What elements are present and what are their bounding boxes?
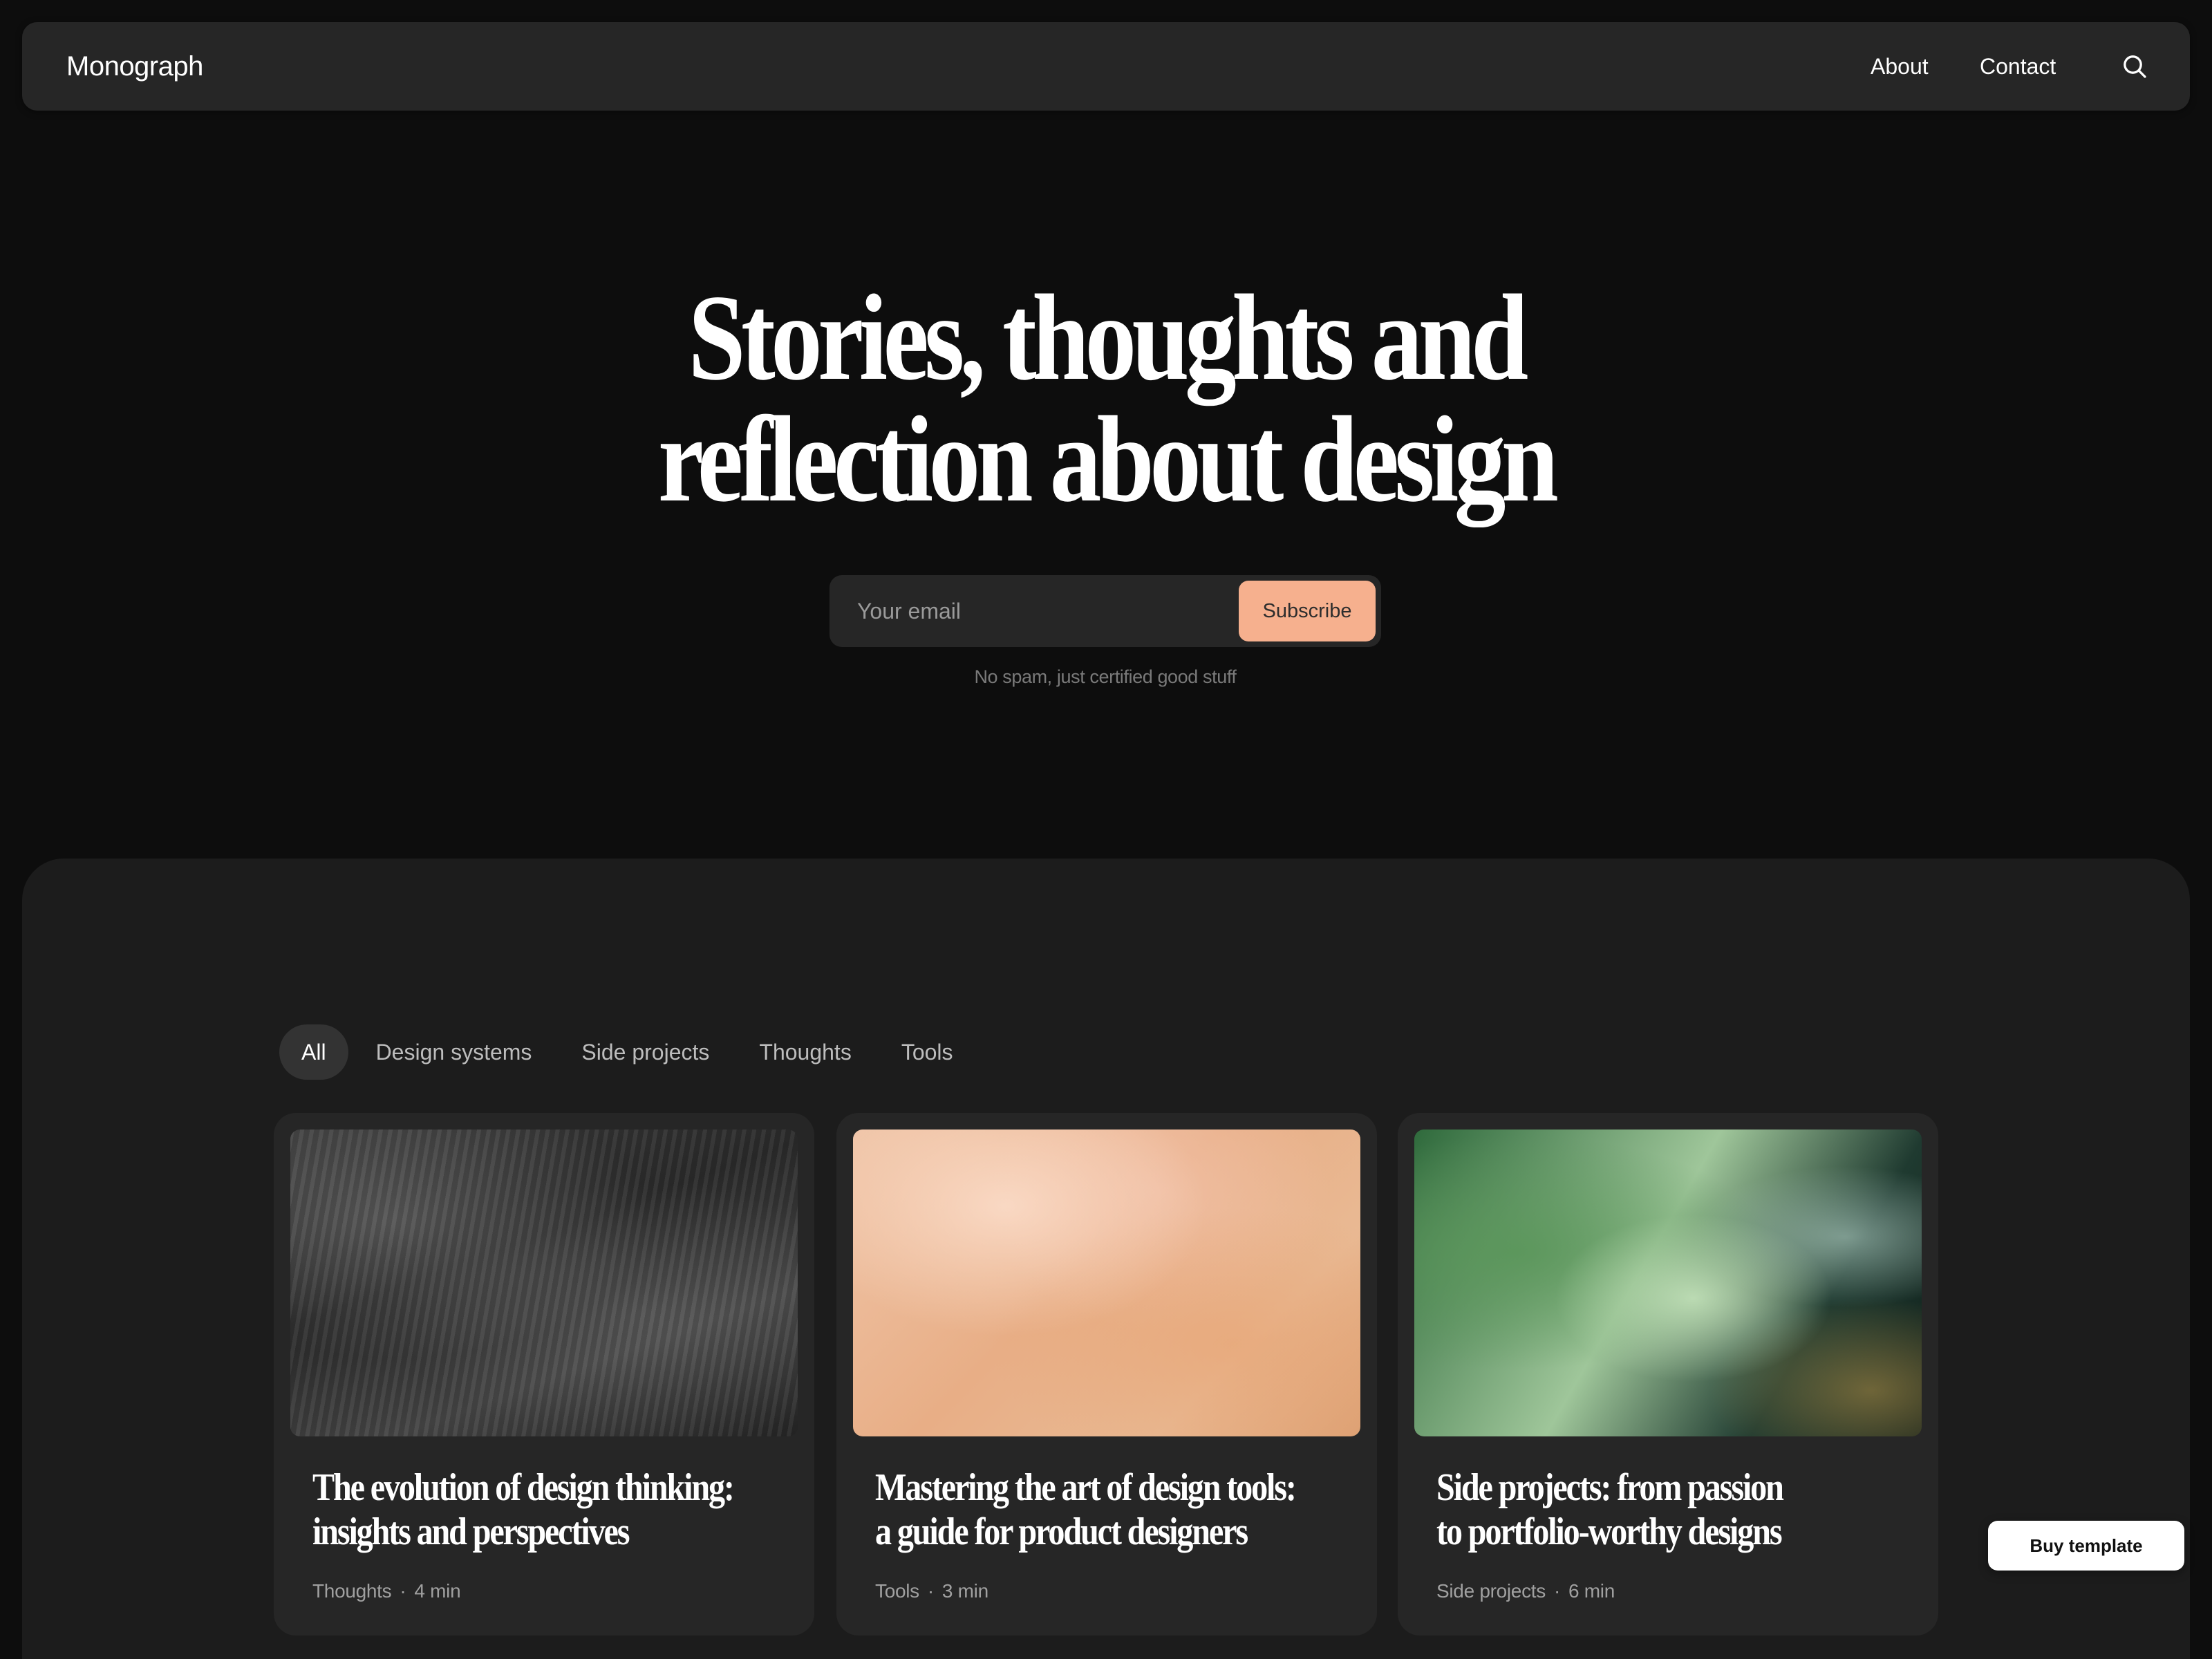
post-title[interactable]: Side projects: from passion to portfolio… <box>1436 1465 1864 1554</box>
brand-logo[interactable]: Monograph <box>66 22 203 111</box>
hero-title: Stories, thoughts and reflection about d… <box>657 269 1559 527</box>
filter-tab-all[interactable]: All <box>279 1024 348 1080</box>
meta-separator: · <box>927 1580 934 1602</box>
post-category: Side projects <box>1436 1580 1546 1602</box>
nav-about-link[interactable]: About <box>1871 22 1929 111</box>
subscribe-form: Subscribe <box>830 575 1381 647</box>
filter-tab-design-systems[interactable]: Design systems <box>354 1024 554 1080</box>
category-filter-tabs: All Design systems Side projects Thought… <box>279 1024 981 1080</box>
search-button[interactable] <box>2117 48 2153 84</box>
post-meta: Tools · 3 min <box>875 1580 988 1602</box>
post-card[interactable]: The evolution of design thinking: insigh… <box>274 1113 814 1635</box>
post-category: Tools <box>875 1580 919 1602</box>
post-category: Thoughts <box>312 1580 392 1602</box>
post-meta: Thoughts · 4 min <box>312 1580 461 1602</box>
no-spam-note: No spam, just certified good stuff <box>974 666 1237 687</box>
post-title[interactable]: Mastering the art of design tools: a gui… <box>875 1465 1303 1554</box>
top-navbar: Monograph About Contact <box>22 22 2190 111</box>
buy-template-button[interactable]: Buy template <box>1988 1521 2184 1571</box>
post-read-time: 4 min <box>414 1580 461 1602</box>
email-input[interactable] <box>830 575 1237 647</box>
post-read-time: 6 min <box>1568 1580 1615 1602</box>
post-card[interactable]: Mastering the art of design tools: a gui… <box>836 1113 1377 1635</box>
search-icon <box>2124 55 2146 78</box>
post-thumbnail[interactable] <box>1414 1130 1922 1436</box>
post-thumbnail[interactable] <box>853 1130 1360 1436</box>
nav-contact-link[interactable]: Contact <box>1980 22 2056 111</box>
post-card[interactable]: Side projects: from passion to portfolio… <box>1398 1113 1938 1635</box>
post-meta: Side projects · 6 min <box>1436 1580 1615 1602</box>
post-read-time: 3 min <box>941 1580 988 1602</box>
subscribe-button[interactable]: Subscribe <box>1239 581 1376 641</box>
post-thumbnail[interactable] <box>290 1130 798 1436</box>
filter-tab-thoughts[interactable]: Thoughts <box>737 1024 873 1080</box>
filter-tab-side-projects[interactable]: Side projects <box>559 1024 731 1080</box>
filter-tab-tools[interactable]: Tools <box>879 1024 975 1080</box>
post-title[interactable]: The evolution of design thinking: insigh… <box>312 1465 740 1554</box>
meta-separator: · <box>400 1580 406 1602</box>
meta-separator: · <box>1553 1580 1560 1602</box>
